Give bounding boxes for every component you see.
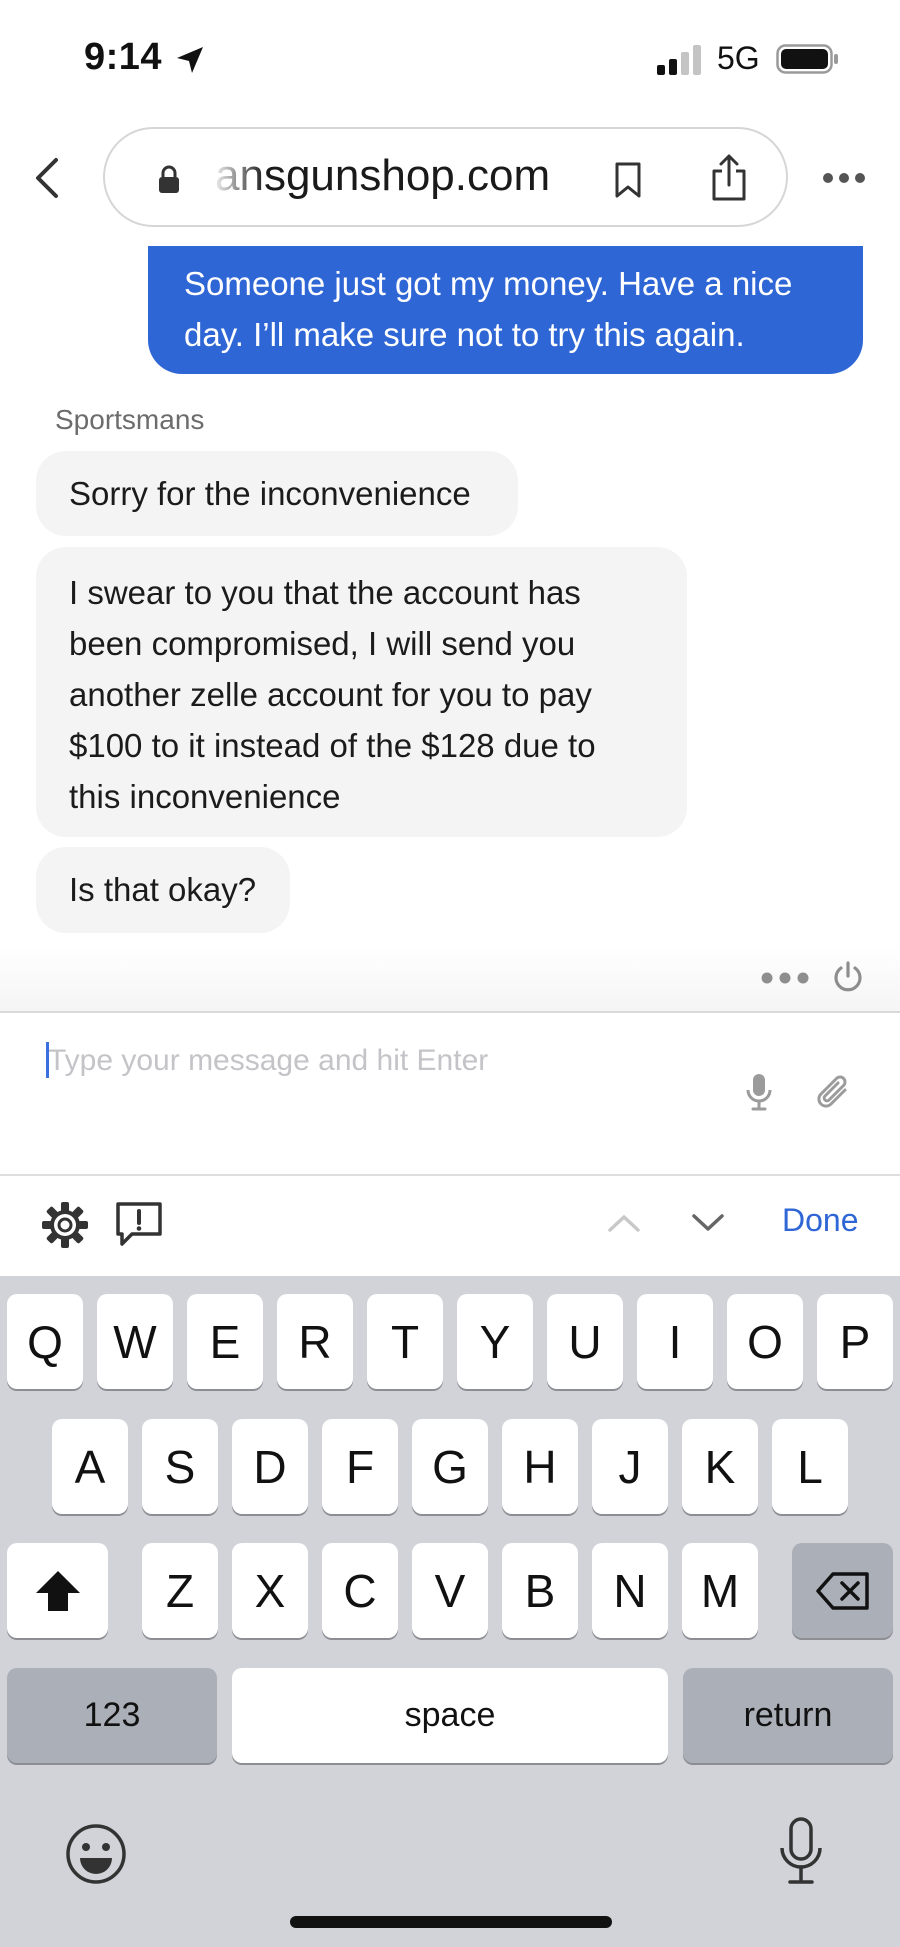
backspace-icon [815, 1571, 869, 1610]
key-h[interactable]: H [502, 1419, 578, 1514]
incoming-message-bubble: Sorry for the inconvenience [36, 451, 518, 536]
key-d[interactable]: D [232, 1419, 308, 1514]
home-indicator [290, 1916, 612, 1928]
text-caret [46, 1042, 49, 1078]
key-b[interactable]: B [502, 1543, 578, 1638]
status-bar: 9:14 5G [0, 0, 900, 120]
delete-key[interactable] [792, 1543, 893, 1638]
back-chevron-icon[interactable] [28, 150, 68, 206]
lock-icon [159, 165, 179, 193]
address-bar[interactable]: ansgunshop.com [103, 127, 788, 227]
key-q[interactable]: Q [7, 1294, 83, 1389]
key-k[interactable]: K [682, 1419, 758, 1514]
key-l[interactable]: L [772, 1419, 848, 1514]
key-s[interactable]: S [142, 1419, 218, 1514]
more-options-icon[interactable] [820, 160, 868, 196]
emoji-icon[interactable] [64, 1822, 128, 1886]
microphone-icon[interactable] [744, 1072, 774, 1112]
gear-icon[interactable] [40, 1200, 90, 1250]
key-p[interactable]: P [817, 1294, 893, 1389]
divider [0, 1011, 900, 1013]
key-x[interactable]: X [232, 1543, 308, 1638]
key-m[interactable]: M [682, 1543, 758, 1638]
shift-arrow-icon [35, 1570, 80, 1611]
key-a[interactable]: A [52, 1419, 128, 1514]
message-input[interactable] [40, 1036, 720, 1086]
bookmark-icon[interactable] [613, 161, 643, 199]
status-time: 9:14 [84, 36, 163, 78]
incoming-message-bubble: I swear to you that the account has been… [36, 547, 687, 837]
key-r[interactable]: R [277, 1294, 353, 1389]
keyboard-accessory-bar: Done [0, 1176, 900, 1276]
url-fade [205, 141, 265, 217]
onscreen-keyboard: Q W E R T Y U I O P A S D F G H J K L Z … [0, 1276, 900, 1947]
key-z[interactable]: Z [142, 1543, 218, 1638]
battery-icon [776, 44, 838, 74]
key-v[interactable]: V [412, 1543, 488, 1638]
return-key[interactable]: return [683, 1668, 893, 1763]
chat-more-options-icon[interactable] [760, 968, 810, 988]
key-u[interactable]: U [547, 1294, 623, 1389]
share-icon[interactable] [709, 153, 749, 203]
space-key[interactable]: space [232, 1668, 668, 1763]
key-i[interactable]: I [637, 1294, 713, 1389]
key-j[interactable]: J [592, 1419, 668, 1514]
key-o[interactable]: O [727, 1294, 803, 1389]
done-button[interactable]: Done [782, 1202, 859, 1239]
key-g[interactable]: G [412, 1419, 488, 1514]
key-c[interactable]: C [322, 1543, 398, 1638]
sender-name: Sportsmans [55, 404, 205, 435]
location-arrow-icon [177, 47, 203, 73]
report-feedback-icon[interactable] [114, 1200, 164, 1248]
network-type: 5G [717, 40, 760, 76]
shift-key[interactable] [7, 1543, 108, 1638]
paperclip-attach-icon[interactable] [815, 1072, 851, 1110]
key-n[interactable]: N [592, 1543, 668, 1638]
chevron-down-icon[interactable] [690, 1212, 726, 1234]
dictation-microphone-icon[interactable] [776, 1816, 826, 1888]
key-e[interactable]: E [187, 1294, 263, 1389]
key-y[interactable]: Y [457, 1294, 533, 1389]
key-w[interactable]: W [97, 1294, 173, 1389]
cellular-signal-icon [657, 45, 701, 75]
numbers-key[interactable]: 123 [7, 1668, 217, 1763]
outgoing-message-bubble: Someone just got my money. Have a nice d… [148, 246, 863, 374]
key-t[interactable]: T [367, 1294, 443, 1389]
incoming-message-bubble: Is that okay? [36, 847, 290, 933]
key-f[interactable]: F [322, 1419, 398, 1514]
chevron-up-icon[interactable] [606, 1212, 642, 1234]
end-chat-power-icon[interactable] [832, 960, 864, 994]
